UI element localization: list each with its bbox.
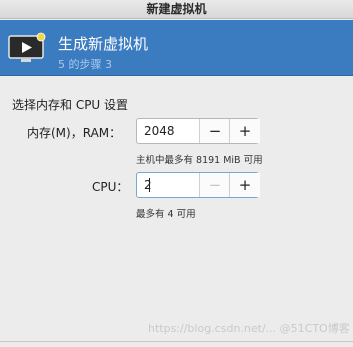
banner-step: 5 的步骤 3 [58, 58, 112, 71]
cpu-value[interactable]: 2 [144, 173, 152, 197]
memory-value[interactable]: 2048 [144, 119, 175, 143]
memory-decrement-button[interactable]: − [199, 119, 230, 143]
watermark: https://blog.csdn.net/... @51CTO博客 [148, 322, 350, 335]
header-banner: 生成新虚拟机 5 的步骤 3 [0, 20, 353, 76]
section-title: 选择内存和 CPU 设置 [12, 98, 129, 112]
cpu-label: CPU： [92, 180, 129, 194]
memory-increment-button[interactable]: + [229, 119, 260, 143]
memory-label: 内存(M)，RAM： [27, 126, 122, 140]
window-title: 新建虚拟机 [146, 2, 207, 16]
banner-title: 生成新虚拟机 [58, 35, 149, 53]
text-cursor [149, 178, 150, 192]
cpu-hint: 最多有 4 可用 [136, 209, 196, 220]
memory-spinbox[interactable]: 2048 − + [136, 118, 260, 144]
footer-divider [0, 341, 353, 342]
monitor-icon [8, 32, 46, 62]
memory-hint: 主机中最多有 8191 MiB 可用 [136, 155, 263, 166]
window-titlebar: 新建虚拟机 [0, 0, 353, 19]
cpu-decrement-button[interactable]: − [199, 173, 230, 197]
cpu-increment-button[interactable]: + [229, 173, 260, 197]
cpu-spinbox[interactable]: 2 − + [136, 172, 260, 198]
